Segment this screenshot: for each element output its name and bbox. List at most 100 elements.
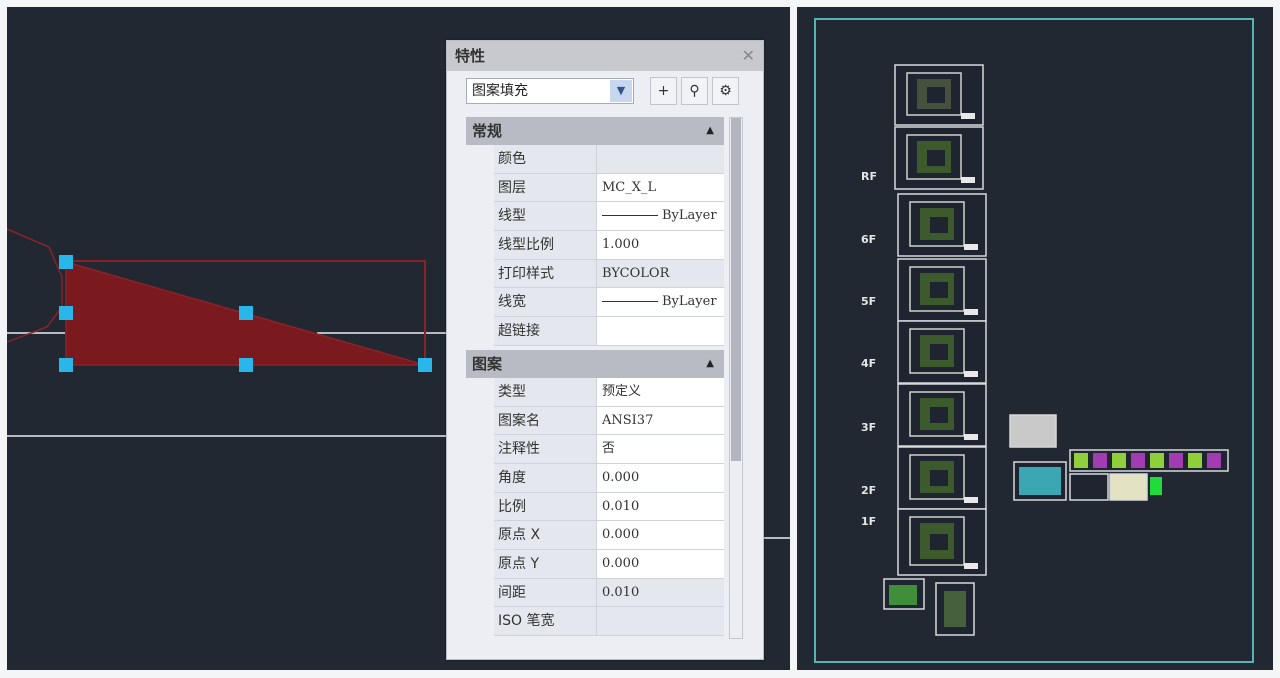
select-objects-button[interactable]: ⚲ bbox=[681, 77, 708, 105]
property-label: 线型比例 bbox=[494, 231, 597, 259]
property-row[interactable]: 比例 0.010 bbox=[494, 492, 724, 522]
detail-sheet[interactable] bbox=[1109, 473, 1148, 501]
title-block[interactable] bbox=[964, 434, 978, 440]
property-value: 0.010 bbox=[597, 578, 724, 607]
property-row[interactable]: ISO 笔宽 bbox=[494, 607, 724, 636]
property-label: 比例 bbox=[494, 492, 597, 521]
detail-thumb[interactable] bbox=[1131, 453, 1145, 468]
column-outline bbox=[7, 228, 63, 343]
chevron-down-icon[interactable]: ▼ bbox=[610, 80, 632, 102]
palette-title[interactable]: 特性 bbox=[447, 41, 763, 71]
collapse-icon[interactable]: ▲ bbox=[706, 350, 714, 378]
property-value[interactable]: 0.000 bbox=[597, 463, 724, 492]
title-block[interactable] bbox=[964, 371, 978, 377]
legend-swatch[interactable] bbox=[1150, 477, 1162, 495]
detail-sheet-content[interactable] bbox=[944, 591, 966, 627]
title-block[interactable] bbox=[964, 563, 978, 569]
grip-handle[interactable] bbox=[59, 358, 73, 372]
courtyard[interactable] bbox=[930, 534, 948, 550]
property-row[interactable]: 原点 Y 0.000 bbox=[494, 549, 724, 579]
title-block[interactable] bbox=[961, 113, 975, 119]
close-icon[interactable]: ✕ bbox=[742, 41, 755, 71]
plus-icon: + bbox=[657, 83, 670, 99]
property-row[interactable]: 原点 X 0.000 bbox=[494, 521, 724, 550]
quick-select-button[interactable]: ⚙ bbox=[712, 77, 739, 105]
detail-thumb[interactable] bbox=[1188, 453, 1202, 468]
title-block[interactable] bbox=[964, 497, 978, 503]
object-type-select[interactable]: 图案填充 ▼ bbox=[466, 78, 634, 104]
detail-sheet-content[interactable] bbox=[1019, 467, 1061, 495]
property-label: ISO 笔宽 bbox=[494, 607, 597, 635]
property-row[interactable]: 间距 0.010 bbox=[494, 578, 724, 608]
properties-palette[interactable]: 特性 ✕ 图案填充 ▼ + ⚲ ⚙ 常规 ▲ 颜色 图层 MC_X_L 线型 ByLayer… bbox=[446, 40, 764, 660]
grip-handle[interactable] bbox=[59, 255, 73, 269]
property-value[interactable]: MC_X_L bbox=[597, 173, 724, 202]
property-row[interactable]: 类型 预定义 bbox=[494, 377, 724, 407]
property-row[interactable]: 角度 0.000 bbox=[494, 463, 724, 493]
detail-thumb[interactable] bbox=[1150, 453, 1164, 468]
courtyard[interactable] bbox=[930, 217, 948, 233]
linetype-sample-icon bbox=[602, 215, 658, 217]
property-row[interactable]: 打印样式 BYCOLOR bbox=[494, 259, 724, 289]
palette-title-text: 特性 bbox=[455, 47, 486, 65]
property-value[interactable] bbox=[597, 317, 724, 345]
toggle-pickadd-button[interactable]: + bbox=[650, 77, 677, 105]
property-row[interactable]: 线宽 ByLayer bbox=[494, 288, 724, 318]
property-value[interactable]: 否 bbox=[597, 435, 724, 463]
property-label: 间距 bbox=[494, 578, 597, 607]
title-block[interactable] bbox=[961, 177, 975, 183]
detail-thumb[interactable] bbox=[1207, 453, 1221, 468]
title-block[interactable] bbox=[964, 309, 978, 315]
property-value[interactable]: 0.000 bbox=[597, 549, 724, 578]
property-value[interactable]: 0.010 bbox=[597, 492, 724, 521]
courtyard[interactable] bbox=[927, 150, 945, 166]
property-row[interactable]: 图层 MC_X_L bbox=[494, 173, 724, 203]
courtyard[interactable] bbox=[930, 407, 948, 423]
courtyard[interactable] bbox=[930, 344, 948, 360]
property-row[interactable]: 图案名 ANSI37 bbox=[494, 406, 724, 436]
linetype-sample-icon bbox=[602, 301, 658, 303]
detail-thumb[interactable] bbox=[1093, 453, 1107, 468]
grip-handle[interactable] bbox=[59, 306, 73, 320]
property-row[interactable]: 颜色 bbox=[494, 145, 724, 174]
section-header[interactable]: 图案 ▲ bbox=[466, 349, 724, 378]
scrollbar-thumb[interactable] bbox=[731, 118, 741, 462]
quick-select-icon: ⚙ bbox=[719, 83, 732, 99]
courtyard[interactable] bbox=[930, 470, 948, 486]
property-label: 打印样式 bbox=[494, 259, 597, 288]
property-value[interactable]: ANSI37 bbox=[597, 406, 724, 435]
property-value[interactable]: 预定义 bbox=[597, 377, 724, 406]
property-row[interactable]: 线型 ByLayer bbox=[494, 202, 724, 232]
object-type-value: 图案填充 bbox=[472, 83, 528, 99]
property-value[interactable]: ByLayer bbox=[597, 288, 724, 317]
detail-thumb[interactable] bbox=[1112, 453, 1126, 468]
floor-label: 3F bbox=[861, 421, 877, 434]
property-label: 角度 bbox=[494, 463, 597, 492]
grip-handle[interactable] bbox=[239, 358, 253, 372]
courtyard[interactable] bbox=[930, 282, 948, 298]
detail-thumb[interactable] bbox=[1169, 453, 1183, 468]
property-value[interactable]: 1.000 bbox=[597, 231, 724, 259]
overview-canvas[interactable] bbox=[797, 7, 1273, 670]
detail-sheet[interactable] bbox=[1069, 473, 1109, 501]
layout-viewport[interactable]: RF 6F 5F 4F 3F 2F 1F bbox=[797, 7, 1273, 670]
detail-thumb[interactable] bbox=[1074, 453, 1088, 468]
grip-handle[interactable] bbox=[239, 306, 253, 320]
section-header[interactable]: 常规 ▲ bbox=[466, 117, 724, 145]
courtyard[interactable] bbox=[927, 87, 945, 103]
property-label: 线宽 bbox=[494, 288, 597, 317]
palette-scrollbar[interactable] bbox=[729, 117, 743, 639]
property-grid: 常规 ▲ 颜色 图层 MC_X_L 线型 ByLayer 线型比例 1.000 打印样式 BYCOL… bbox=[466, 117, 724, 639]
property-value[interactable]: 0.000 bbox=[597, 521, 724, 549]
property-row[interactable]: 线型比例 1.000 bbox=[494, 231, 724, 260]
property-row[interactable]: 超链接 bbox=[494, 317, 724, 346]
detail-sheet-content[interactable] bbox=[889, 585, 917, 605]
collapse-icon[interactable]: ▲ bbox=[706, 117, 714, 145]
title-block[interactable] bbox=[964, 244, 978, 250]
detail-sheet[interactable] bbox=[1009, 414, 1057, 448]
property-row[interactable]: 注释性否 bbox=[494, 435, 724, 464]
property-value bbox=[597, 607, 724, 635]
property-value[interactable]: ByLayer bbox=[597, 202, 724, 231]
floor-label: 6F bbox=[861, 233, 877, 246]
grip-handle[interactable] bbox=[418, 358, 432, 372]
